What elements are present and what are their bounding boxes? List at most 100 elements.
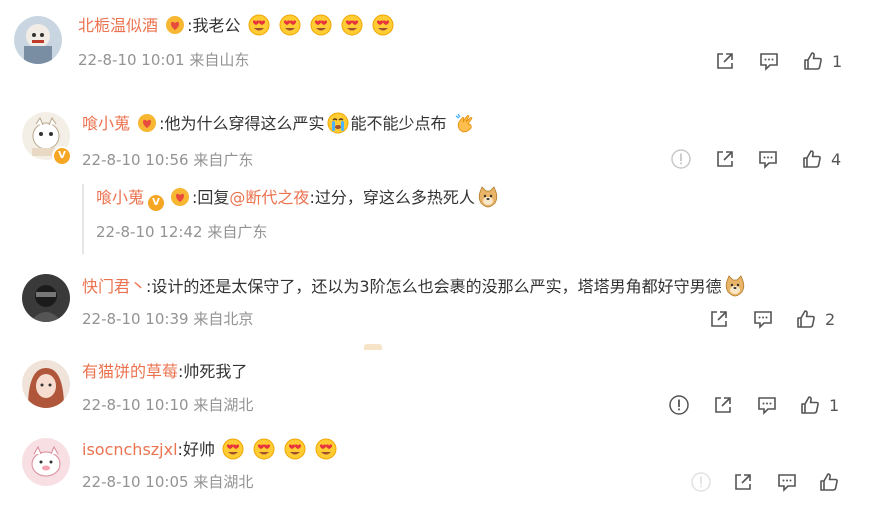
- reply-prefix: :回复: [192, 188, 230, 207]
- comment-meta: 22-8-10 10:39 来自北京: [82, 309, 253, 329]
- avatar[interactable]: [14, 16, 62, 64]
- verified-badge-icon: V: [52, 146, 72, 166]
- like-count: 1: [829, 395, 840, 415]
- heart-eyes-emoji-icon: [222, 438, 244, 460]
- thumbs-up-icon: [797, 310, 815, 328]
- like-button[interactable]: [818, 470, 840, 494]
- comment-text-line: 北栀温似酒 :我老公: [78, 14, 396, 38]
- thumbs-up-icon: [801, 396, 819, 414]
- heart-eyes-emoji-icon: [310, 14, 332, 36]
- report-button[interactable]: [670, 147, 692, 171]
- comment-item: isocnchszjxl:好帅 22-8-10 10:05 来自湖北: [0, 430, 889, 516]
- like-button[interactable]: 2: [795, 307, 835, 331]
- username[interactable]: 北栀温似酒: [78, 16, 158, 35]
- comment-button[interactable]: [756, 393, 778, 417]
- comment-body: :好帅: [177, 440, 215, 459]
- location: 来自广东: [207, 223, 268, 241]
- reply-text-line: 喰小蒐 V :回复@断代之夜:过分，穿这么多热死人: [96, 186, 501, 211]
- warning-icon: [671, 149, 691, 169]
- comment-item: 北栀温似酒 :我老公 22-8-10 10:01 来自山东 1: [0, 0, 889, 90]
- timestamp: 22-8-10 10:01: [78, 51, 185, 69]
- comment-meta: 22-8-10 10:01 来自山东: [78, 50, 249, 70]
- comment-body: :我老公: [187, 16, 241, 35]
- like-button[interactable]: 4: [801, 147, 841, 171]
- timestamp: 22-8-10 12:42: [96, 223, 203, 241]
- heart-eyes-emoji-icon: [253, 438, 275, 460]
- reply-body: :过分，穿这么多热死人: [309, 188, 475, 207]
- comment-meta: 22-8-10 10:05 来自湖北: [82, 472, 253, 492]
- location: 来自北京: [193, 310, 254, 328]
- comment-icon: [754, 311, 772, 329]
- location: 来自湖北: [193, 396, 254, 414]
- comment-button[interactable]: [758, 49, 780, 73]
- heart-fan-icon: [165, 15, 185, 35]
- comment-button[interactable]: [752, 307, 774, 331]
- share-button[interactable]: [708, 307, 730, 331]
- comment-button[interactable]: [776, 470, 798, 494]
- share-icon: [735, 474, 751, 490]
- like-count: 1: [832, 51, 843, 71]
- share-button[interactable]: [714, 49, 736, 73]
- avatar[interactable]: [22, 438, 70, 486]
- comment-item: V 喰小蒐 :他为什么穿得这么严实 能不能少点布 22-8-10 10:56 来自…: [0, 96, 889, 266]
- thumbs-up-icon: [820, 473, 838, 491]
- mention-link[interactable]: @断代之夜: [229, 188, 309, 207]
- share-icon: [717, 53, 733, 69]
- comment-icon: [759, 151, 777, 169]
- heart-eyes-emoji-icon: [279, 14, 301, 36]
- heart-eyes-emoji-icon: [341, 14, 363, 36]
- report-button[interactable]: [668, 393, 690, 417]
- comment-text-line: 有猫饼的草莓:帅死我了: [82, 360, 247, 384]
- avatar[interactable]: [22, 360, 70, 408]
- share-icon: [717, 151, 733, 167]
- location: 来自山东: [189, 51, 250, 69]
- comment-button[interactable]: [757, 147, 779, 171]
- share-icon: [715, 397, 731, 413]
- doge-emoji-icon: [477, 186, 499, 208]
- username[interactable]: 有猫饼的草莓: [82, 362, 178, 381]
- heart-eyes-emoji-icon: [284, 438, 306, 460]
- username[interactable]: isocnchszjxl: [82, 440, 178, 459]
- share-icon: [711, 311, 727, 327]
- warning-icon: [669, 395, 689, 415]
- like-count: 2: [825, 309, 836, 329]
- comment-body: 能不能少点布: [350, 114, 447, 133]
- heart-fan-icon: [170, 187, 190, 207]
- reply-meta: 22-8-10 12:42 来自广东: [96, 222, 267, 242]
- avatar[interactable]: [22, 274, 70, 322]
- comment-text-line: isocnchszjxl:好帅: [82, 438, 339, 462]
- comment-icon: [778, 474, 796, 492]
- share-button[interactable]: [732, 470, 754, 494]
- reply-username[interactable]: 喰小蒐: [96, 188, 144, 207]
- comment-meta: 22-8-10 10:56 来自广东: [82, 150, 253, 170]
- doge-emoji-icon: [724, 275, 746, 297]
- thumbs-up-icon: [804, 52, 822, 70]
- timestamp: 22-8-10 10:10: [82, 396, 189, 414]
- comment-item: 有猫饼的草莓:帅死我了 22-8-10 10:10 来自湖北 1: [0, 350, 889, 430]
- username[interactable]: 喰小蒐: [82, 114, 130, 133]
- share-button[interactable]: [712, 393, 734, 417]
- timestamp: 22-8-10 10:56: [82, 151, 189, 169]
- comment-body: :他为什么穿得这么严实: [159, 114, 325, 133]
- timestamp: 22-8-10 10:05: [82, 473, 189, 491]
- like-button[interactable]: 1: [799, 393, 839, 417]
- comment-icon: [760, 53, 778, 71]
- hand-wave-emoji-icon: [454, 112, 476, 134]
- heart-eyes-emoji-icon: [315, 438, 337, 460]
- comment-body: :设计的还是太保守了，还以为3阶怎么也会裹的没那么严实，塔塔男角都好守男德: [146, 277, 722, 296]
- comment-item: 快门君丶:设计的还是太保守了，还以为3阶怎么也会裹的没那么严实，塔塔男角都好守男…: [0, 266, 889, 346]
- comment-meta: 22-8-10 10:10 来自湖北: [82, 395, 253, 415]
- crying-emoji-icon: [327, 112, 349, 134]
- verified-badge-icon: V: [148, 195, 165, 211]
- reply-divider: [82, 184, 84, 254]
- report-button[interactable]: [690, 470, 712, 494]
- warning-icon: [691, 472, 711, 492]
- comment-body: :帅死我了: [178, 362, 248, 381]
- like-button[interactable]: 1: [802, 49, 842, 73]
- username[interactable]: 快门君丶: [82, 277, 146, 296]
- location: 来自广东: [193, 151, 254, 169]
- timestamp: 22-8-10 10:39: [82, 310, 189, 328]
- like-count: 4: [831, 149, 842, 169]
- heart-fan-icon: [137, 113, 157, 133]
- share-button[interactable]: [714, 147, 736, 171]
